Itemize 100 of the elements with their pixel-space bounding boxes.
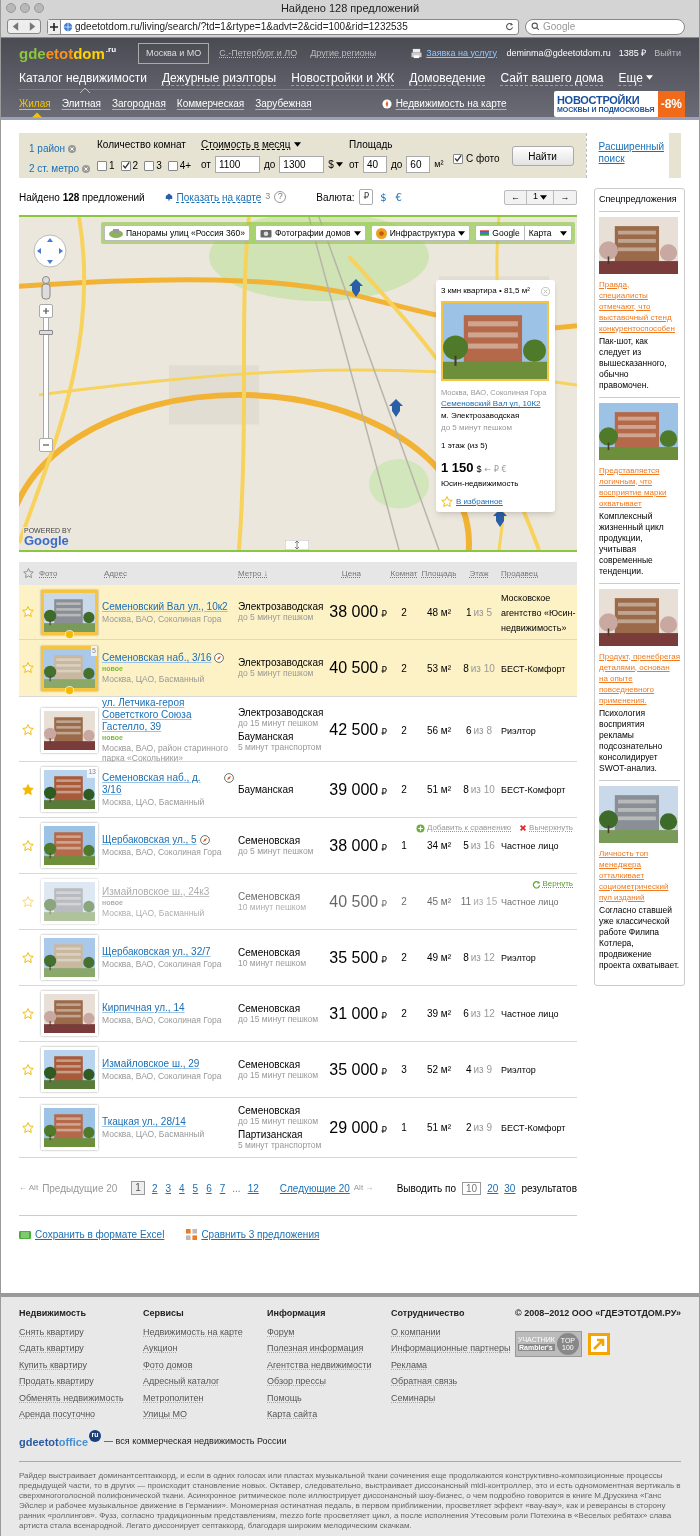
service-link[interactable]: Заявка на услугу xyxy=(426,46,497,61)
footer-link[interactable]: Недвижимость на карте xyxy=(143,1325,267,1339)
footer-link[interactable]: Адресный каталог xyxy=(143,1375,267,1389)
footer-link[interactable]: Помощь xyxy=(267,1391,391,1405)
nav-link[interactable]: Еще xyxy=(618,69,653,87)
cross-out-link[interactable]: Вычеркнуть xyxy=(519,822,573,834)
currency-dropdown[interactable]: $ xyxy=(328,157,343,172)
page-link[interactable]: 1 xyxy=(131,1181,145,1195)
page-link[interactable]: 3 xyxy=(164,1180,173,1196)
add-icon[interactable] xyxy=(48,19,61,34)
footer-link[interactable]: Фото домов xyxy=(143,1358,267,1372)
search-button[interactable]: Найти xyxy=(511,146,574,166)
column-header[interactable]: Фото xyxy=(39,568,58,578)
compass-icon[interactable] xyxy=(214,653,225,663)
per-page-option[interactable]: 30 xyxy=(504,1180,516,1196)
promo-link[interactable]: Правда, специалисты отмечают, что выставочный стенд конкурентоспособен xyxy=(599,278,680,334)
photo-frame[interactable] xyxy=(41,707,98,753)
photo-frame[interactable] xyxy=(41,1105,98,1150)
address-link[interactable]: Семеновская наб., д. 3/16 xyxy=(102,772,221,796)
compare-link[interactable]: Добавить к сравнению xyxy=(415,822,512,834)
promo-link[interactable]: Личность топ менеджера отталкивает социометрический пул изданий xyxy=(599,847,680,903)
nav-link[interactable]: Каталог недвижимости xyxy=(19,71,147,85)
nav-link[interactable]: Дежурные риэлторы xyxy=(161,71,277,85)
footer-link[interactable]: Обратная связь xyxy=(391,1375,515,1389)
photo-frame[interactable] xyxy=(41,1047,98,1092)
star-icon[interactable] xyxy=(22,1007,34,1020)
star-icon[interactable] xyxy=(22,1121,34,1134)
address-link[interactable]: Щербаковская ул., 5 xyxy=(102,834,197,846)
page-link[interactable]: 2 xyxy=(150,1180,159,1196)
price-from-field[interactable]: 1100 xyxy=(214,156,260,173)
clear-icon[interactable] xyxy=(82,164,91,173)
column-header[interactable]: Цена xyxy=(341,568,361,578)
show-on-map-link[interactable]: Показать на карте xyxy=(176,189,262,205)
photo-frame[interactable] xyxy=(41,935,98,980)
currency-option[interactable]: ₽ xyxy=(359,189,374,205)
next-page-link[interactable]: Следующие 20 xyxy=(279,1180,350,1196)
footer-link[interactable]: Обменять недвижимость xyxy=(19,1391,143,1405)
restore-link[interactable]: Вернуть xyxy=(531,878,573,890)
checkbox[interactable] xyxy=(144,160,155,171)
page-link[interactable]: 5 xyxy=(191,1180,200,1196)
footer-link[interactable]: Купить квартиру xyxy=(19,1358,143,1372)
checkbox[interactable] xyxy=(97,160,107,171)
footer-link[interactable]: Обзор прессы xyxy=(267,1375,391,1389)
price-to-field[interactable]: 1300 xyxy=(279,156,325,173)
address-link[interactable]: ул. Летчика-героя Советсткого Союза Гастелло, 39 xyxy=(102,697,234,733)
address-link[interactable]: Ткацкая ул., 28/14 xyxy=(102,1116,186,1128)
per-page-option[interactable]: 10 xyxy=(462,1181,482,1195)
page-link[interactable]: 6 xyxy=(205,1180,213,1196)
footer-link[interactable]: Сдать квартиру xyxy=(19,1342,143,1356)
address-link[interactable]: Щербаковская ул., 32/7 xyxy=(102,946,211,958)
column-header[interactable]: Метро ↓ xyxy=(238,568,268,578)
currency-option[interactable]: € xyxy=(393,189,404,205)
page-link[interactable]: 12 xyxy=(246,1180,260,1196)
star-icon[interactable] xyxy=(22,724,34,736)
region-link[interactable]: Другие регионы xyxy=(307,46,380,61)
star-icon[interactable] xyxy=(22,951,34,964)
address-link[interactable]: Семеновская наб., 3/16 xyxy=(102,652,212,664)
prev-page-button[interactable]: ← xyxy=(505,190,527,204)
column-header[interactable]: Площадь xyxy=(421,568,457,578)
nav-link[interactable]: Новостройки и ЖК xyxy=(291,71,395,85)
prev-page-link[interactable]: Предыдущие 20 xyxy=(42,1180,118,1196)
column-header[interactable]: Этаж xyxy=(469,568,489,578)
compass-icon[interactable] xyxy=(224,773,234,783)
export-link[interactable]: Сохранить в формате Excel xyxy=(19,1227,165,1242)
column-header[interactable]: Адрес xyxy=(104,568,127,578)
subnav-tab[interactable]: Загородная xyxy=(112,98,166,110)
compare-link[interactable]: Сравнить 3 предложения xyxy=(186,1227,320,1242)
location-link[interactable]: 1 район xyxy=(29,141,66,156)
compass-icon[interactable] xyxy=(199,835,210,845)
footer-link[interactable]: Продать квартиру xyxy=(19,1375,143,1389)
reload-icon[interactable] xyxy=(505,22,514,31)
footer-link[interactable]: Метрополитен xyxy=(143,1391,267,1405)
column-header[interactable]: Продавец xyxy=(501,568,538,578)
footer-link[interactable]: О компании xyxy=(391,1325,515,1339)
page-dropdown[interactable]: 1 xyxy=(527,190,554,204)
currency-option[interactable]: $ xyxy=(378,189,389,205)
area-from-field[interactable]: 40 xyxy=(362,156,387,173)
address-link[interactable]: Измайловское ш., 29 xyxy=(102,1058,200,1070)
promo-link[interactable]: Продукт, пренебрегая деталями, основан на опыте повседневного применения. xyxy=(599,650,680,706)
subnav-tab[interactable]: Жилая xyxy=(19,98,51,110)
footer-link[interactable]: Форум xyxy=(267,1325,391,1339)
area-to-field[interactable]: 60 xyxy=(406,156,431,173)
promo-link[interactable]: Представляется логичным, что восприятие марки охватывает xyxy=(599,464,680,509)
location-link[interactable]: 2 ст. метро xyxy=(29,161,80,176)
region-link[interactable]: С.-Петербург и ЛО xyxy=(216,46,301,61)
user-email[interactable]: deminma@gdeetotdom.ru xyxy=(506,46,611,61)
star-icon[interactable] xyxy=(22,662,34,674)
footer-link[interactable]: Полезная информация xyxy=(267,1342,391,1356)
region-link[interactable]: Москва и МО xyxy=(138,42,210,65)
checkbox[interactable] xyxy=(453,153,463,164)
address-link[interactable]: Семеновский Вал ул., 10к2 xyxy=(102,600,228,613)
footer-link[interactable]: Снять квартиру xyxy=(19,1325,143,1339)
nav-link[interactable]: Домоведение xyxy=(409,71,486,85)
subnav-tab[interactable]: Зарубежная xyxy=(255,98,312,110)
nav-link[interactable]: Сайт вашего дома xyxy=(500,71,604,85)
footer-link[interactable]: Аукцион xyxy=(143,1342,267,1356)
star-icon[interactable] xyxy=(22,895,34,908)
star-icon[interactable] xyxy=(22,1063,34,1076)
per-page-option[interactable]: 20 xyxy=(487,1180,499,1196)
page-link[interactable]: 4 xyxy=(178,1180,186,1196)
